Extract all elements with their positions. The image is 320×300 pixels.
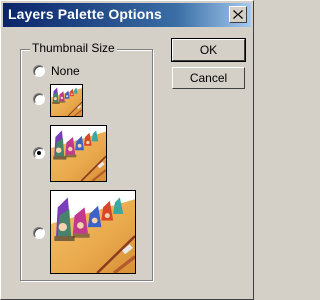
medium-thumbnail-image: [50, 125, 107, 182]
radio-large-thumbnail[interactable]: [33, 227, 45, 239]
thumbnail-size-label: Thumbnail Size: [30, 41, 117, 55]
radio-medium-thumbnail[interactable]: [33, 147, 45, 159]
close-icon: [233, 10, 243, 19]
radio-selected-dot: [37, 151, 41, 155]
small-thumbnail-image: [50, 84, 83, 117]
option-none-label: None: [51, 64, 80, 78]
ok-button[interactable]: OK: [171, 38, 246, 62]
title-bar[interactable]: Layers Palette Options: [3, 3, 251, 27]
radio-small-thumbnail[interactable]: [33, 93, 45, 105]
close-button[interactable]: [229, 6, 247, 23]
large-thumbnail-image: [50, 190, 136, 274]
radio-none[interactable]: [33, 65, 45, 77]
layers-palette-options-dialog: Layers Palette Options Thumbnail Size No…: [0, 0, 254, 300]
cancel-button[interactable]: Cancel: [172, 67, 245, 89]
window-title: Layers Palette Options: [8, 6, 162, 22]
